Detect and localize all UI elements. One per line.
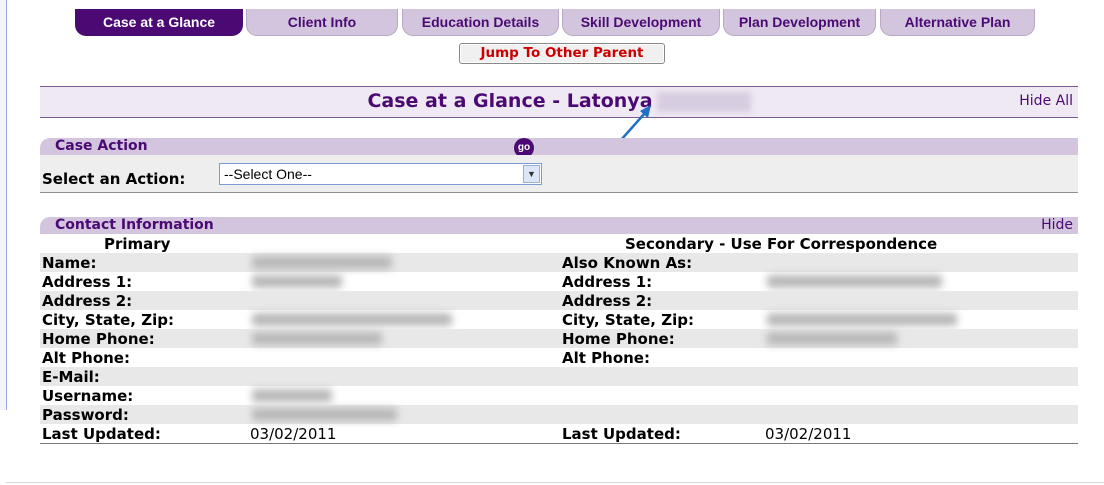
primary-field-label: City, State, Zip: (42, 311, 174, 329)
tab-alternative-plan[interactable]: Alternative Plan (880, 9, 1035, 36)
hide-all-link[interactable]: Hide All (1019, 93, 1073, 109)
redacted-value (767, 332, 897, 345)
tab-education-details[interactable]: Education Details (402, 9, 559, 36)
redacted-value (252, 408, 397, 421)
chevron-down-icon[interactable]: ▼ (523, 165, 540, 183)
table-row: Name: Also Known As: (40, 253, 1078, 272)
redacted-surname (656, 91, 751, 112)
primary-field-label: E-Mail: (42, 368, 100, 386)
primary-field-label: Name: (42, 254, 97, 272)
secondary-field-label: Address 2: (562, 292, 653, 310)
secondary-field-label: Also Known As: (562, 254, 693, 272)
case-action-title: Case Action (55, 138, 148, 154)
primary-field-label: Home Phone: (42, 330, 155, 348)
action-select-value: --Select One-- (224, 166, 312, 182)
primary-field-label: Alt Phone: (42, 349, 130, 367)
jump-to-other-parent-button[interactable]: Jump To Other Parent (459, 43, 665, 64)
table-row: Address 1: Address 1: (40, 272, 1078, 291)
tab-plan-development[interactable]: Plan Development (723, 9, 876, 36)
redacted-value (252, 256, 392, 269)
contact-information-title: Contact Information (55, 217, 214, 233)
secondary-last-updated-value: 03/02/2011 (765, 425, 852, 443)
redacted-value (252, 332, 382, 345)
case-action-header: Case Action go (40, 138, 1078, 158)
secondary-field-label: Alt Phone: (562, 349, 650, 367)
secondary-field-label: Address 1: (562, 273, 653, 291)
secondary-column-header: Secondary - Use For Correspondence (625, 235, 938, 253)
primary-last-updated-value: 03/02/2011 (250, 425, 337, 443)
contact-table: Primary Secondary - Use For Corresponden… (40, 234, 1078, 444)
primary-field-label: Address 2: (42, 292, 133, 310)
redacted-value (252, 389, 332, 402)
bottom-frame-edge (6, 482, 1104, 483)
case-action-row: Select an Action: --Select One-- ▼ (40, 155, 1078, 193)
primary-field-label: Address 1: (42, 273, 133, 291)
table-row: City, State, Zip: City, State, Zip: (40, 310, 1078, 329)
action-select[interactable]: --Select One-- ▼ (219, 163, 542, 185)
redacted-value (767, 275, 942, 288)
tab-case-at-a-glance[interactable]: Case at a Glance (75, 9, 243, 36)
contact-hide-link[interactable]: Hide (1041, 217, 1073, 233)
table-row: Last Updated: 03/02/2011 Last Updated: 0… (40, 424, 1078, 444)
left-frame-edge (0, 0, 7, 410)
contact-column-headers: Primary Secondary - Use For Corresponden… (40, 234, 1078, 253)
table-row: Home Phone: Home Phone: (40, 329, 1078, 348)
primary-column-header: Primary (104, 235, 171, 253)
primary-field-label: Last Updated: (42, 425, 161, 443)
page-title-bar: Case at a Glance - Latonya Hide All (40, 86, 1078, 118)
redacted-value (252, 275, 342, 288)
tab-client-info[interactable]: Client Info (246, 9, 398, 36)
secondary-field-label: Last Updated: (562, 425, 681, 443)
table-row: Username: (40, 386, 1078, 405)
secondary-field-label: City, State, Zip: (562, 311, 694, 329)
redacted-value (767, 313, 957, 326)
table-row: Alt Phone: Alt Phone: (40, 348, 1078, 367)
select-action-label: Select an Action: (42, 170, 186, 188)
table-row: Address 2: Address 2: (40, 291, 1078, 310)
secondary-field-label: Home Phone: (562, 330, 675, 348)
page-title: Case at a Glance - Latonya (40, 90, 1078, 112)
primary-field-label: Password: (42, 406, 129, 424)
contact-information-header: Contact Information Hide (40, 217, 1078, 234)
table-row: Password: (40, 405, 1078, 424)
tab-skill-development[interactable]: Skill Development (562, 9, 720, 36)
primary-field-label: Username: (42, 387, 134, 405)
redacted-value (252, 313, 452, 326)
table-row: E-Mail: (40, 367, 1078, 386)
